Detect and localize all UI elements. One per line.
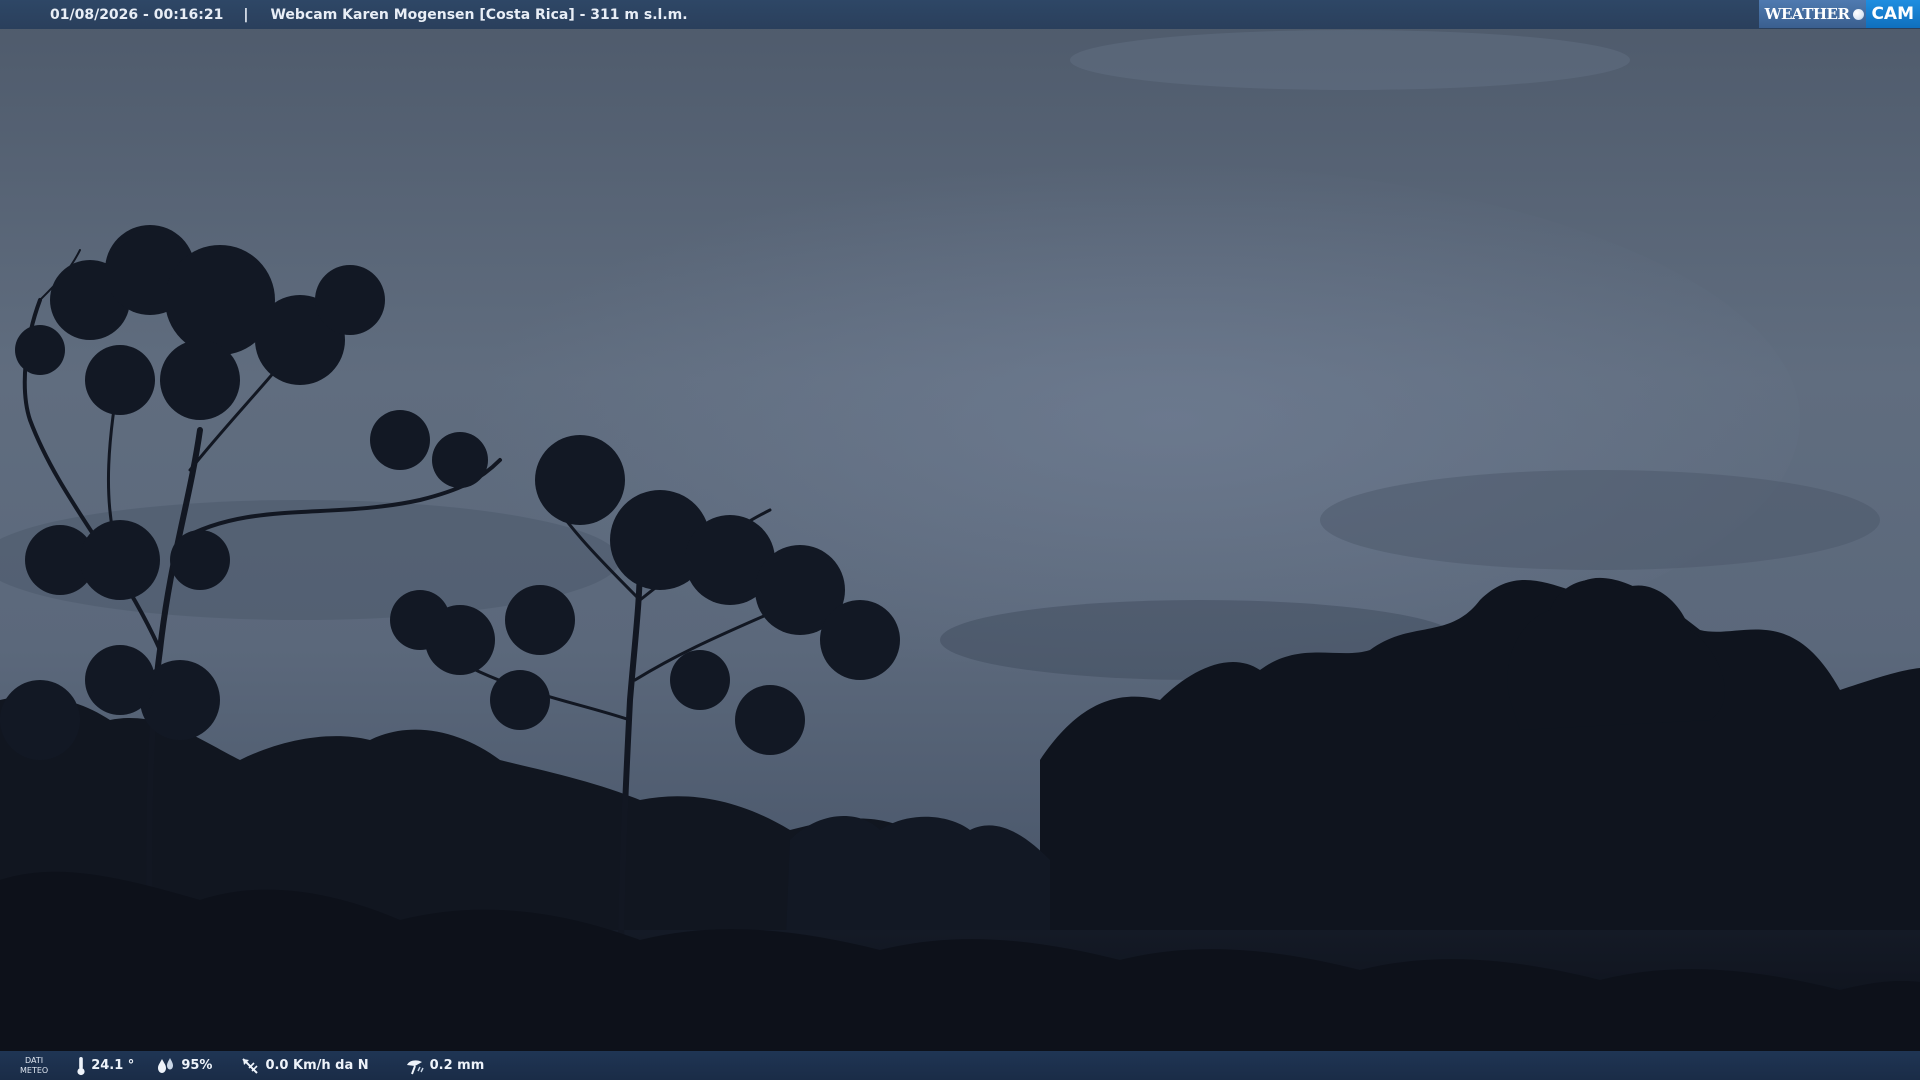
top-info-bar: 01/08/2026 - 00:16:21 | Webcam Karen Mog… — [0, 0, 1920, 29]
temperature-reading: 24.1 ° — [76, 1056, 134, 1076]
weathercam-logo[interactable]: WEATHER CAM — [1758, 0, 1920, 28]
wind-reading: 0.0 Km/h da N — [240, 1056, 369, 1076]
logo-weather-text: WEATHER — [1758, 0, 1854, 28]
webcam-title: Webcam Karen Mogensen [Costa Rica] - 311… — [270, 6, 688, 23]
wind-vane-icon — [242, 1057, 259, 1074]
webcam-image — [0, 0, 1920, 1080]
thermometer-icon — [77, 1056, 85, 1075]
wind-value: 0.0 Km/h da N — [265, 1058, 369, 1073]
humidity-value: 95% — [181, 1058, 213, 1073]
temperature-value: 24.1 ° — [91, 1058, 135, 1073]
cloud-streak — [1320, 470, 1880, 570]
humidity-drops-icon — [158, 1057, 174, 1073]
dati-meteo-label: DATI METEO — [20, 1055, 49, 1075]
weather-data-bar: DATI METEO 24.1 ° 95% 0.0 Km/h da N 0.2 … — [0, 1051, 1920, 1080]
logo-cam-text: CAM — [1866, 0, 1920, 28]
separator: | — [243, 6, 249, 23]
timestamp: 01/08/2026 - 00:16:21 — [50, 6, 224, 23]
cloud-streak — [1070, 30, 1630, 90]
webcam-frame: 01/08/2026 - 00:16:21 | Webcam Karen Mog… — [0, 0, 1920, 1080]
rain-reading: 0.2 mm — [405, 1056, 485, 1076]
humidity-reading: 95% — [156, 1057, 212, 1075]
rain-value: 0.2 mm — [429, 1058, 485, 1073]
logo-dot-icon — [1853, 0, 1867, 28]
rain-gauge-icon — [406, 1059, 424, 1074]
